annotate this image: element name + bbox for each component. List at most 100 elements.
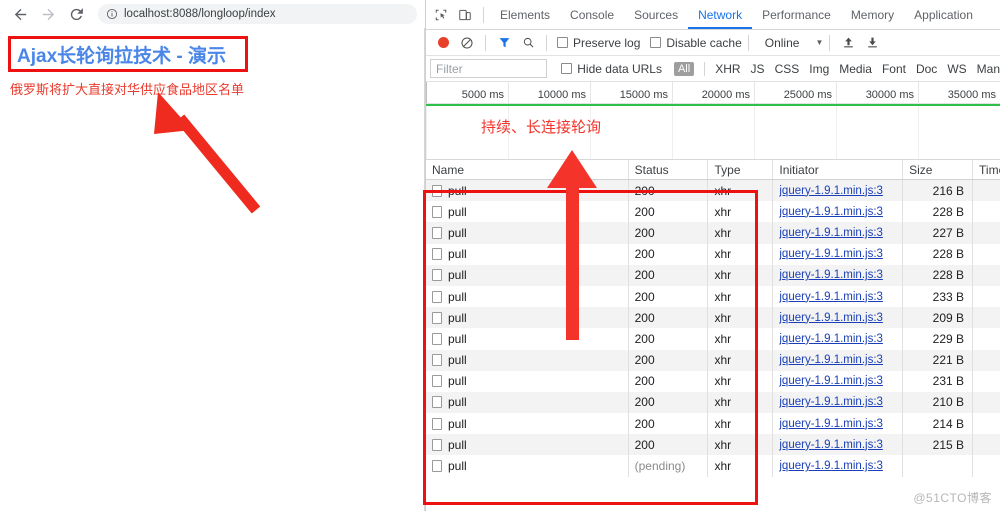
tab-performance[interactable]: Performance: [752, 0, 841, 29]
initiator-link[interactable]: jquery-1.9.1.min.js:3: [779, 269, 883, 281]
column-header-type[interactable]: Type: [707, 160, 772, 179]
preserve-log-checkbox[interactable]: Preserve log: [557, 36, 640, 50]
device-toolbar-button[interactable]: [453, 3, 477, 27]
initiator-link[interactable]: jquery-1.9.1.min.js:3: [779, 354, 883, 366]
initiator-link[interactable]: jquery-1.9.1.min.js:3: [779, 312, 883, 324]
filter-chip-media[interactable]: Media: [839, 62, 872, 76]
cell-status: 200: [627, 243, 708, 265]
initiator-link[interactable]: jquery-1.9.1.min.js:3: [779, 439, 883, 451]
table-row[interactable]: pull 200 xhr jquery-1.9.1.min.js:3 210 B: [426, 391, 1000, 414]
initiator-link[interactable]: jquery-1.9.1.min.js:3: [779, 396, 883, 408]
dom-content-loaded-marker: [426, 104, 1000, 106]
cell-type: xhr: [707, 180, 772, 202]
filter-chip-doc[interactable]: Doc: [916, 62, 937, 76]
network-overview-graph[interactable]: 持续、长连接轮询: [426, 104, 1000, 160]
timeline-ruler: 5000 ms 10000 ms 15000 ms 20000 ms 25000…: [426, 82, 1000, 104]
table-row[interactable]: pull 200 xhr jquery-1.9.1.min.js:3 228 B: [426, 264, 1000, 286]
search-button[interactable]: [516, 31, 540, 55]
filter-chip-manifest[interactable]: Man: [977, 62, 1000, 76]
column-header-name[interactable]: Name: [426, 160, 628, 179]
cell-name: pull: [426, 265, 628, 286]
filter-chip-img[interactable]: Img: [809, 62, 829, 76]
tab-console[interactable]: Console: [560, 0, 624, 29]
timeline-tick: 25000 ms: [754, 82, 836, 103]
filter-chip-font[interactable]: Font: [882, 62, 906, 76]
table-row[interactable]: pull 200 xhr jquery-1.9.1.min.js:3 221 B: [426, 349, 1000, 371]
cell-type: xhr: [707, 370, 772, 392]
cell-type: xhr: [707, 264, 772, 286]
tab-network[interactable]: Network: [688, 0, 752, 29]
export-har-button[interactable]: [860, 31, 884, 55]
table-row[interactable]: pull 200 xhr jquery-1.9.1.min.js:3 228 B: [426, 243, 1000, 265]
filter-chip-ws[interactable]: WS: [947, 62, 966, 76]
table-row[interactable]: pull 200 xhr jquery-1.9.1.min.js:3 233 B: [426, 285, 1000, 308]
initiator-link[interactable]: jquery-1.9.1.min.js:3: [779, 375, 883, 387]
record-button[interactable]: [431, 31, 455, 55]
clear-button[interactable]: [455, 31, 479, 55]
column-header-initiator[interactable]: Initiator: [772, 160, 902, 179]
initiator-link[interactable]: jquery-1.9.1.min.js:3: [779, 333, 883, 345]
cell-time: [972, 264, 1000, 286]
cell-initiator: jquery-1.9.1.min.js:3: [772, 222, 902, 244]
address-bar[interactable]: localhost:8088/longloop/index: [98, 4, 417, 24]
cell-name: pull: [426, 244, 628, 265]
request-name: pull: [448, 437, 467, 452]
filter-chip-js[interactable]: JS: [751, 62, 765, 76]
initiator-link[interactable]: jquery-1.9.1.min.js:3: [779, 418, 883, 430]
filter-chip-all[interactable]: All: [673, 61, 695, 76]
initiator-link[interactable]: jquery-1.9.1.min.js:3: [779, 460, 883, 472]
tab-memory[interactable]: Memory: [841, 0, 904, 29]
toolbar-divider-1: [485, 34, 486, 51]
table-row[interactable]: pull 200 xhr jquery-1.9.1.min.js:3 227 B: [426, 222, 1000, 244]
request-name: pull: [448, 204, 467, 219]
filter-chip-xhr[interactable]: XHR: [715, 62, 740, 76]
disable-cache-checkbox[interactable]: Disable cache: [650, 36, 742, 50]
throttling-select[interactable]: Online ▼: [765, 36, 824, 50]
document-icon: [432, 311, 442, 324]
network-filter-bar: Filter Hide data URLs All XHR JS CSS Img…: [426, 56, 1000, 82]
cell-name: pull: [426, 222, 628, 243]
column-header-size[interactable]: Size: [902, 160, 972, 179]
column-header-status[interactable]: Status: [627, 160, 708, 179]
tab-elements[interactable]: Elements: [490, 0, 560, 29]
column-header-time[interactable]: Time: [972, 160, 1000, 179]
table-row[interactable]: pull 200 xhr jquery-1.9.1.min.js:3 215 B: [426, 434, 1000, 456]
tab-application[interactable]: Application: [904, 0, 983, 29]
initiator-link[interactable]: jquery-1.9.1.min.js:3: [779, 185, 883, 197]
document-icon: [432, 438, 442, 451]
page-title: Ajax长轮询拉技术 - 演示: [17, 45, 227, 67]
initiator-link[interactable]: jquery-1.9.1.min.js:3: [779, 227, 883, 239]
reload-button[interactable]: [62, 0, 90, 28]
table-row[interactable]: pull 200 xhr jquery-1.9.1.min.js:3 231 B: [426, 370, 1000, 392]
tab-sources[interactable]: Sources: [624, 0, 688, 29]
initiator-link[interactable]: jquery-1.9.1.min.js:3: [779, 248, 883, 260]
table-row[interactable]: pull 200 xhr jquery-1.9.1.min.js:3 229 B: [426, 328, 1000, 350]
hide-data-urls-checkbox[interactable]: Hide data URLs: [561, 62, 662, 76]
request-name: pull: [448, 459, 467, 474]
table-row[interactable]: pull 200 xhr jquery-1.9.1.min.js:3 216 B: [426, 180, 1000, 202]
table-row[interactable]: pull 200 xhr jquery-1.9.1.min.js:3 214 B: [426, 413, 1000, 435]
filter-toggle-button[interactable]: [492, 31, 516, 55]
initiator-link[interactable]: jquery-1.9.1.min.js:3: [779, 206, 883, 218]
filter-chip-css[interactable]: CSS: [775, 62, 800, 76]
cell-initiator: jquery-1.9.1.min.js:3: [772, 307, 902, 329]
cell-status: 200: [627, 349, 708, 371]
cell-size: [902, 455, 972, 477]
import-har-button[interactable]: [836, 31, 860, 55]
table-body: pull 200 xhr jquery-1.9.1.min.js:3 216 Bpull…: [426, 180, 1000, 477]
forward-button[interactable]: [34, 0, 62, 28]
cell-status: 200: [627, 413, 708, 435]
cell-size: 215 B: [902, 434, 972, 456]
devtools-tabbar: Elements Console Sources Network Perform…: [426, 0, 1000, 30]
inspect-element-button[interactable]: [429, 3, 453, 27]
request-name: pull: [448, 183, 467, 198]
back-button[interactable]: [6, 0, 34, 28]
overview-annotation-text: 持续、长连接轮询: [481, 119, 602, 136]
table-row[interactable]: pull (pending) xhr jquery-1.9.1.min.js:3: [426, 455, 1000, 477]
filter-input[interactable]: Filter: [430, 59, 548, 78]
initiator-link[interactable]: jquery-1.9.1.min.js:3: [779, 291, 883, 303]
table-row[interactable]: pull 200 xhr jquery-1.9.1.min.js:3 209 B: [426, 307, 1000, 329]
cell-initiator: jquery-1.9.1.min.js:3: [772, 243, 902, 265]
cell-size: 228 B: [902, 243, 972, 265]
table-row[interactable]: pull 200 xhr jquery-1.9.1.min.js:3 228 B: [426, 201, 1000, 223]
